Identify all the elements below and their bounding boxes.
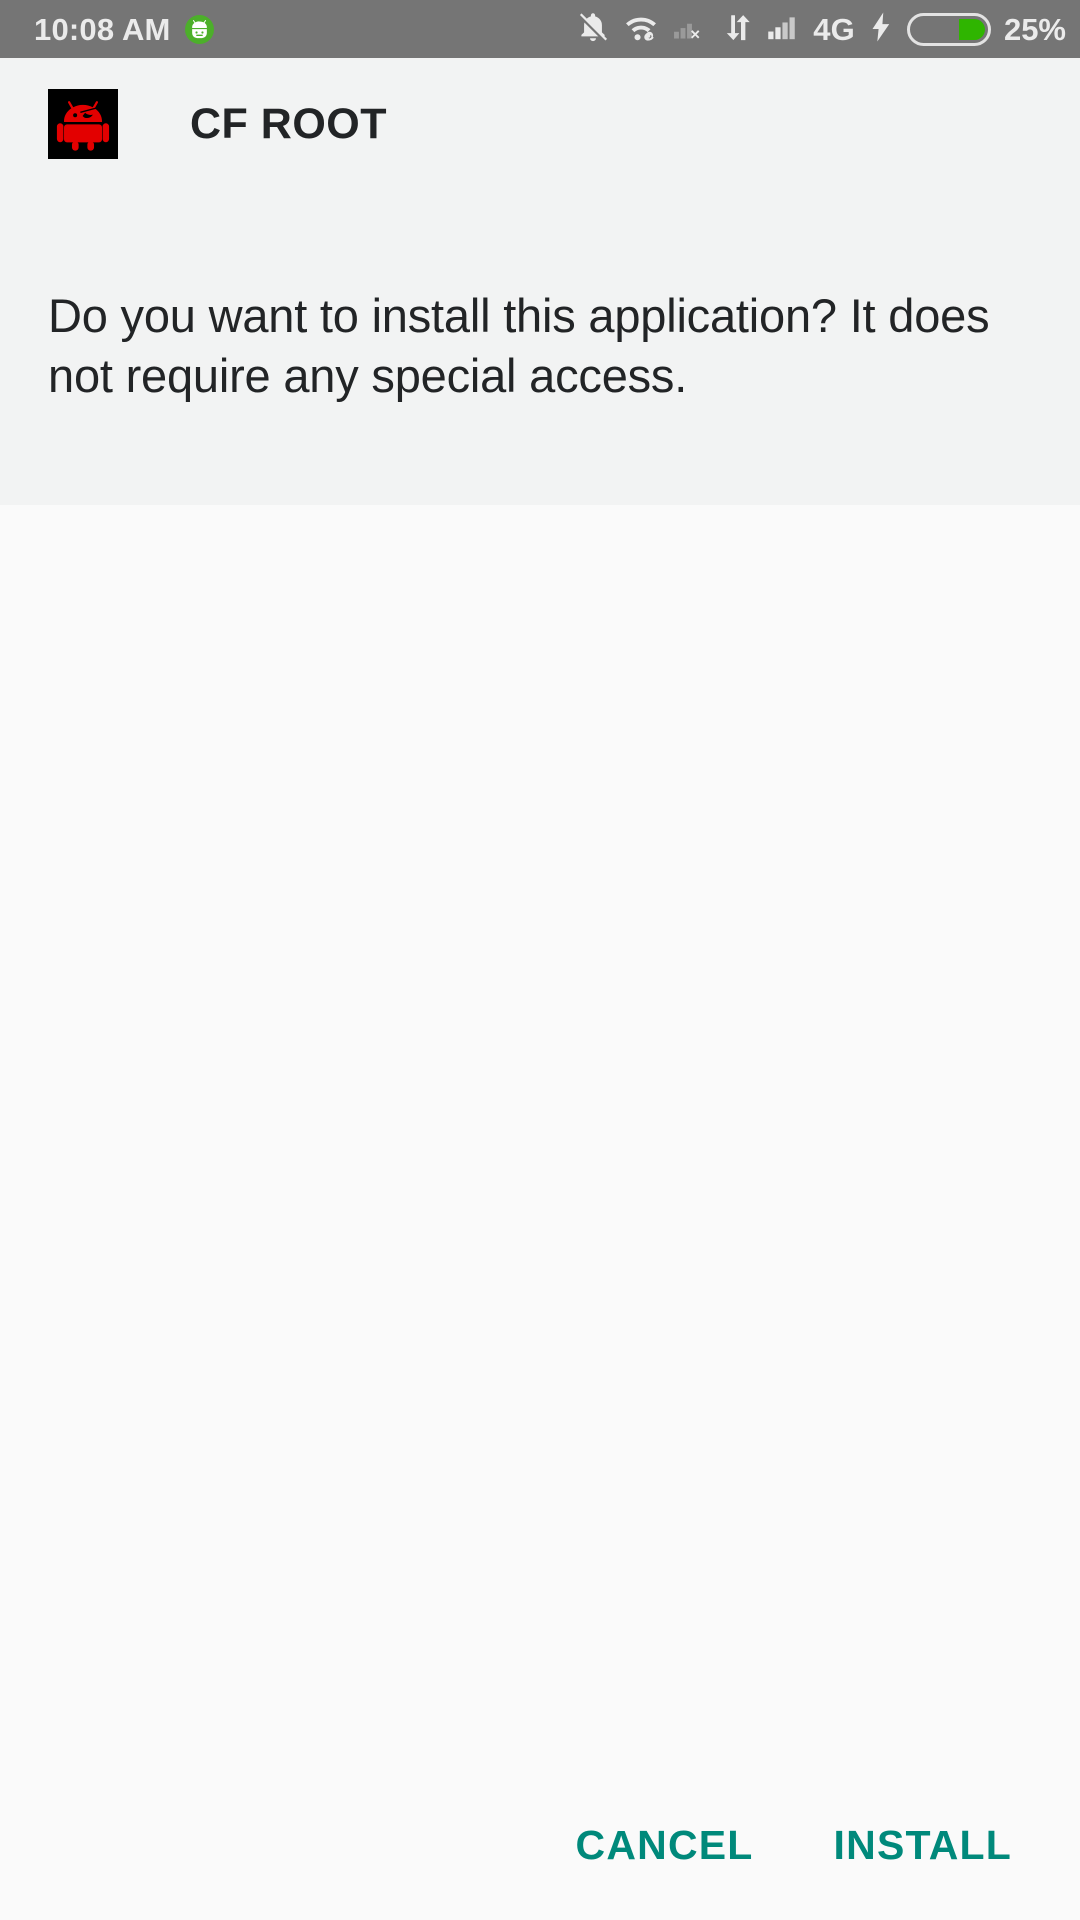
- status-bar-left: 10:08 AM: [34, 14, 214, 45]
- battery-icon: [906, 12, 991, 46]
- status-bar-right: 4G 25%: [576, 10, 1066, 49]
- status-bar-clock: 10:08 AM: [34, 11, 171, 47]
- dialog-message-text: Do you want to install this application?…: [48, 289, 990, 403]
- sim2-signal-icon: [766, 10, 800, 49]
- install-dialog-header: CF ROOT Do you want to install this appl…: [0, 58, 1080, 505]
- dialog-button-bar: CANCEL INSTALL: [0, 1770, 1080, 1920]
- app-name-label: CF ROOT: [190, 99, 387, 148]
- sim1-no-signal-icon: [672, 10, 710, 49]
- android-head-badge-icon: [184, 14, 214, 44]
- cancel-button[interactable]: CANCEL: [552, 1809, 778, 1882]
- notifications-off-icon: [576, 10, 610, 49]
- lightning-bolt-icon: [868, 10, 894, 49]
- wifi-connected-icon: [623, 10, 659, 49]
- data-transfer-icon: [723, 10, 753, 49]
- battery-fill: [958, 18, 985, 40]
- install-button[interactable]: INSTALL: [810, 1809, 1036, 1882]
- dialog-body-area: CANCEL INSTALL: [0, 505, 1080, 1920]
- battery-percent-label: 25%: [1003, 11, 1066, 47]
- cf-root-red-android-icon: [48, 89, 118, 159]
- status-bar-network-type: 4G: [813, 11, 855, 47]
- phone-screen: 10:08 AM 4G 25% CF ROOT Do you want to i…: [0, 0, 1080, 1920]
- status-bar: 10:08 AM 4G 25%: [0, 0, 1080, 58]
- app-identity-row: CF ROOT: [48, 89, 387, 159]
